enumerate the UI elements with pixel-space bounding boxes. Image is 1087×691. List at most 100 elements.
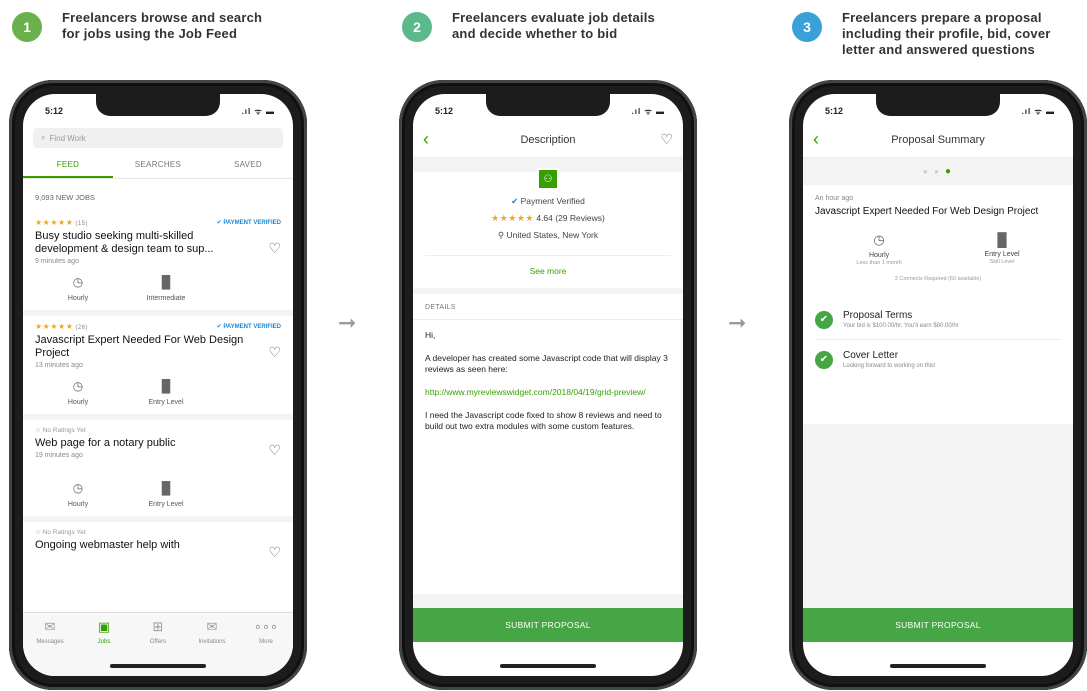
job-description: Hi, A developer has created some Javascr… [413, 320, 683, 560]
job-title[interactable]: Ongoing webmaster help with [35, 539, 281, 552]
details-section-label: DETAILS [413, 288, 683, 320]
gift-icon: ⊞ [152, 619, 164, 634]
proposal-terms-item[interactable]: ✔ Proposal Terms Your bid is $100.00/hr.… [815, 300, 1061, 340]
job-title[interactable]: Web page for a notary public [35, 437, 281, 450]
step-3-text: Freelancers prepare a proposal including… [842, 10, 1051, 58]
nav-bar: ‹ Proposal Summary [803, 122, 1073, 158]
arrow-right-icon: ➞ [728, 310, 747, 335]
job-summary-card: An hour ago Javascript Expert Needed For… [803, 185, 1073, 292]
job-meta: ★★★★★ (15) ✔ PAYMENT VERIFIED [35, 218, 281, 227]
heart-icon[interactable]: ♡ [268, 544, 281, 561]
job-time: 19 minutes ago [35, 452, 83, 459]
screen-job-details: 5:12 .ıl ᯤ ▬ ‹ Description ♡ ⚇ ✔ Payment… [413, 94, 683, 676]
status-signal-icons: .ıl ᯤ ▬ [1021, 106, 1055, 116]
no-ratings: ☆ No Ratings Yet [35, 427, 86, 434]
clock-icon: ◷ [72, 275, 84, 289]
bar-chart-icon: ▐▌ [157, 481, 175, 495]
star-rating: ★★★★★ (15) [35, 218, 89, 227]
tab-feed[interactable]: FEED [23, 154, 113, 178]
job-card[interactable]: ★★★★★ (26) ✔ PAYMENT VERIFIED Javascript … [23, 316, 293, 420]
empty-area [803, 424, 1073, 608]
job-attrs: ◷ Hourly Less than 1 month ▐▌ Entry Level Sk… [815, 232, 1061, 266]
briefcase-icon: ▣ [97, 619, 111, 634]
submit-proposal-button[interactable]: SUBMIT PROPOSAL [413, 608, 683, 642]
checkmark-icon: ✔ [815, 310, 833, 329]
submit-proposal-button[interactable]: SUBMIT PROPOSAL [803, 608, 1073, 642]
phone-notch [876, 94, 1000, 116]
step-2-line-2: and decide whether to bid [452, 26, 618, 41]
jobs-count: 9,093 NEW JOBS [35, 193, 96, 202]
screen-proposal-summary: 5:12 .ıl ᯤ ▬ ‹ Proposal Summary ● ● ● An… [803, 94, 1073, 676]
job-type: ◷ Hourly Less than 1 month [856, 232, 902, 266]
search-input[interactable]: ⌕ Find Work [33, 128, 283, 148]
step-1-line-2: for jobs using the Job Feed [62, 26, 238, 41]
description-link[interactable]: http://www.myreviewswidget.com/2018/04/1… [425, 387, 671, 398]
nav-messages[interactable]: ✉ Messages [23, 619, 77, 676]
step-2-text: Freelancers evaluate job details and dec… [452, 10, 655, 42]
step-1-header: 1 Freelancers browse and search for jobs… [12, 10, 262, 42]
payment-verified: ✔ Payment Verified [511, 196, 585, 206]
back-chevron-icon[interactable]: ‹ [423, 129, 443, 150]
bar-chart-icon: ▐▌ [157, 275, 175, 289]
connects-required: 2 Connects Required (60 available) [894, 276, 982, 282]
step-3-badge: 3 [792, 12, 822, 42]
job-meta: ☆ No Ratings Yet [35, 426, 281, 434]
job-title[interactable]: Busy studio seeking multi-skilled develo… [35, 230, 281, 256]
home-indicator [500, 664, 596, 668]
checkmark-icon: ✔ [815, 350, 833, 369]
heart-icon[interactable]: ♡ [268, 344, 281, 361]
mail-icon: ✉ [206, 619, 218, 634]
tab-searches[interactable]: SEARCHES [113, 154, 203, 178]
description-paragraph: I need the Javascript code fixed to show… [425, 410, 662, 431]
client-location: ⚲ United States, New York [425, 230, 671, 256]
job-card[interactable]: ☆ No Ratings Yet Web page for a notary p… [23, 420, 293, 522]
heart-icon[interactable]: ♡ [653, 131, 673, 148]
job-type: ◷ Hourly [51, 481, 105, 508]
job-type: ◷ Hourly [51, 379, 105, 406]
search-icon: ⌕ [41, 133, 46, 142]
bar-chart-icon: ▐▌ [992, 232, 1012, 247]
description-paragraph: A developer has created some Javascript … [425, 353, 668, 374]
heart-icon[interactable]: ♡ [268, 240, 281, 257]
progress-dots: ● ● ● [803, 158, 1073, 185]
client-info: ⚇ ✔ Payment Verified ★★★★★ 4.64 (29 Revi… [413, 168, 683, 256]
phone-frame-job-details: 5:12 .ıl ᯤ ▬ ‹ Description ♡ ⚇ ✔ Payment… [399, 80, 697, 690]
step-3-line-1: Freelancers prepare a proposal [842, 10, 1042, 25]
cover-letter-item[interactable]: ✔ Cover Letter Looking forward to workin… [815, 340, 1061, 379]
back-chevron-icon[interactable]: ‹ [813, 129, 833, 150]
no-ratings: ☆ No Ratings Yet [35, 529, 86, 536]
job-time: 13 minutes ago [35, 362, 83, 369]
job-attrs: ◷ Hourly ▐▌ Intermediate [35, 275, 281, 302]
search-placeholder: Find Work [49, 133, 86, 143]
star-rating: ★★★★★ (26) [35, 322, 89, 331]
empty-area [413, 594, 683, 608]
posted-time: An hour ago [815, 195, 854, 202]
step-1-text: Freelancers browse and search for jobs u… [62, 10, 262, 42]
description-greeting: Hi, [425, 330, 436, 340]
search-wrap: ⌕ Find Work [23, 122, 293, 154]
payment-verified-badge: ✔ PAYMENT VERIFIED [216, 220, 281, 226]
see-more-link[interactable]: See more [413, 256, 683, 288]
cover-letter-title: Cover Letter [843, 350, 899, 361]
heart-icon[interactable]: ♡ [268, 442, 281, 459]
star-rating: ★★★★★ [491, 213, 534, 223]
client-logo-icon: ⚇ [537, 168, 559, 190]
nav-more[interactable]: ∘∘∘ More [239, 619, 293, 676]
job-level: ▐▌ Entry Level Skill Level [984, 232, 1020, 265]
job-title[interactable]: Javascript Expert Needed For Web Design … [35, 334, 281, 360]
step-1-line-1: Freelancers browse and search [62, 10, 263, 25]
job-level: ▐▌ Entry Level [139, 481, 193, 508]
tab-saved[interactable]: SAVED [203, 154, 293, 178]
clock-icon: ◷ [72, 481, 84, 495]
job-card[interactable]: ★★★★★ (15) ✔ PAYMENT VERIFIED Busy studio… [23, 212, 293, 316]
status-signal-icons: .ıl ᯤ ▬ [631, 106, 665, 116]
page-title: Description [520, 133, 576, 146]
job-card[interactable]: ☆ No Ratings Yet Ongoing webmaster help … [23, 522, 293, 560]
job-time: 9 minutes ago [35, 258, 79, 265]
screen-job-feed: 5:12 .ıl ᯤ ▬ ⌕ Find Work FEED SEARCHES S… [23, 94, 293, 676]
payment-verified-badge: ✔ PAYMENT VERIFIED [216, 324, 281, 330]
proposal-checklist: ✔ Proposal Terms Your bid is $100.00/hr.… [803, 300, 1073, 379]
job-type: ◷ Hourly [51, 275, 105, 302]
proposal-terms-subtitle: Your bid is $100.00/hr. You'll earn $80.… [843, 323, 959, 329]
status-time: 5:12 [45, 106, 64, 116]
